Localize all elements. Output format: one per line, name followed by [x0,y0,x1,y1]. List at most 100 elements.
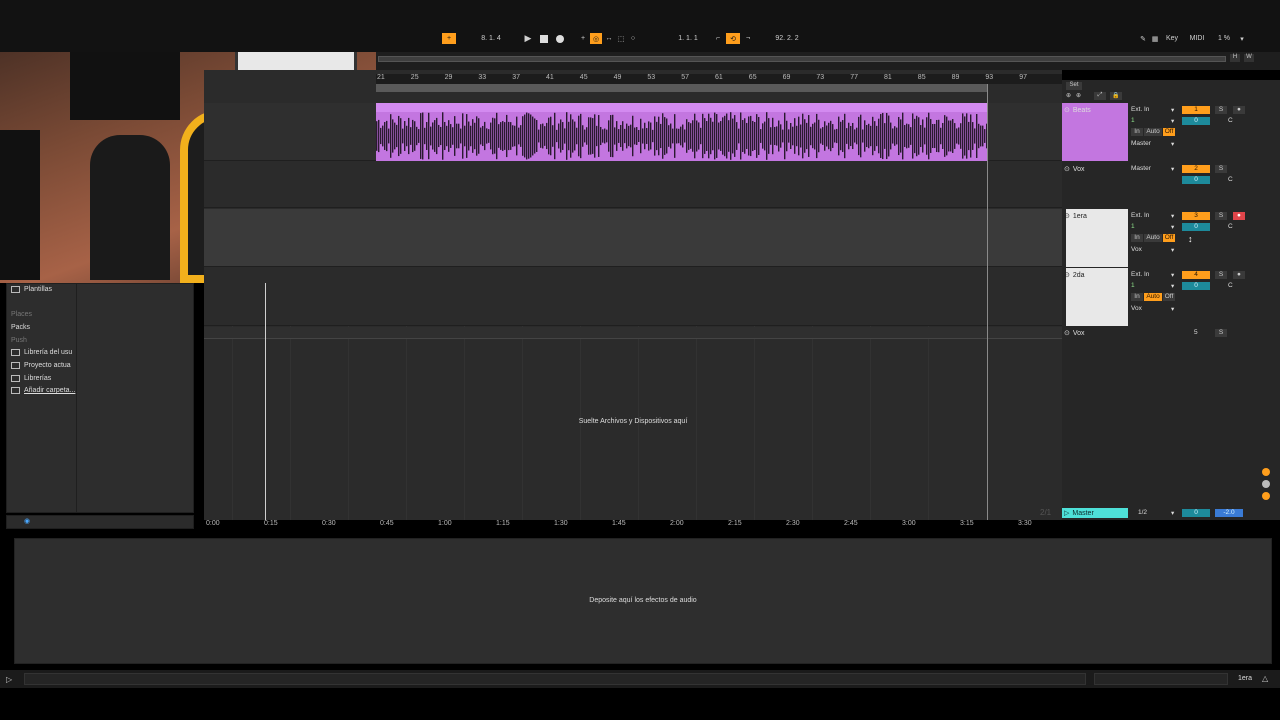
io-toggle-icon[interactable] [1262,468,1270,476]
solo-button[interactable]: S [1215,165,1227,173]
automation-arm-icon[interactable]: ◎ [590,33,602,44]
track-name-beats[interactable]: ⊙ Beats [1064,106,1091,115]
browser-item-plantillas[interactable]: Plantillas [11,286,52,293]
track-lane-vox-return[interactable] [204,327,1062,339]
overdub-icon[interactable]: + [578,33,588,44]
browser-item-proyecto[interactable]: Proyecto actua [11,362,71,369]
set-button[interactable]: Set [1066,82,1082,90]
monitor-in-button[interactable]: In [1131,128,1143,136]
output-select[interactable]: Vox [1131,305,1142,312]
master-volume[interactable]: -2.0 [1215,509,1243,517]
input-channel-select[interactable]: 1 [1131,117,1135,124]
loop-brace[interactable] [376,84,988,92]
arm-button[interactable]: ● [1233,106,1245,114]
pan-value[interactable]: C [1228,223,1233,230]
monitor-auto-button[interactable]: Auto [1144,293,1162,301]
automation-icon[interactable]: ⤢ [1094,92,1106,100]
record-icon[interactable] [555,33,565,44]
track-name-vox[interactable]: ⊙ Vox [1064,165,1085,174]
track-lane-2da[interactable] [204,268,1062,326]
input-channel-select[interactable]: 1 [1131,282,1135,289]
input-type-select[interactable]: Ext. In [1131,106,1149,113]
fold-icon[interactable]: ⊙ [1064,271,1070,279]
cpu-menu-icon[interactable]: ▾ [1238,33,1246,44]
preview-icon[interactable]: ◉ [24,517,34,525]
session-record-icon[interactable]: ○ [628,33,638,44]
monitor-auto-button[interactable]: Auto [1144,234,1162,242]
keyboard-icon[interactable]: ▦ [1150,33,1160,44]
fold-icon[interactable]: ⊙ [1064,165,1070,173]
fold-icon[interactable]: ⊙ [1064,212,1070,220]
chevron-down-icon[interactable]: ▾ [1171,223,1174,231]
position-display[interactable]: 8. 1. 4 [466,33,516,44]
loop-length-display[interactable]: 92. 2. 2 [762,33,812,44]
browser-item-push[interactable]: Push [11,337,27,344]
track-number[interactable]: 5 [1194,329,1198,336]
send-value[interactable]: 0 [1182,223,1210,231]
lock-icon[interactable]: 🔒 [1110,92,1122,100]
monitor-off-button[interactable]: Off [1163,234,1175,242]
midi-map-button[interactable]: MIDI [1186,33,1208,44]
pan-value[interactable]: C [1228,176,1233,183]
capture-icon[interactable]: ⬚ [616,33,626,44]
follow-button[interactable]: + [442,33,456,44]
input-type-select[interactable]: Ext. In [1131,212,1149,219]
browser-item-add-folder[interactable]: Añadir carpeta... [11,387,75,394]
back-to-arrangement-icon[interactable]: ↔ [604,33,614,44]
chevron-down-icon[interactable]: ▾ [1171,165,1174,173]
sends-toggle-icon[interactable] [1262,480,1270,488]
add-icon[interactable]: ⊕ [1066,92,1074,100]
triangle-icon[interactable]: △ [1262,674,1268,683]
chevron-down-icon[interactable]: ▾ [1171,246,1174,254]
pan-value[interactable]: C [1228,117,1233,124]
loop-toggle-icon[interactable]: ⟲ [726,33,740,44]
arm-button[interactable]: ● [1233,212,1245,220]
browser-item-libreria[interactable]: Librería del usu [11,349,72,356]
fold-icon[interactable]: ⊙ [1064,106,1070,114]
punch-in-icon[interactable]: ⌐ [712,33,724,44]
output-select[interactable]: Vox [1131,246,1142,253]
input-type-select[interactable]: Ext. In [1131,271,1149,278]
chevron-down-icon[interactable]: ▾ [1171,271,1174,279]
key-map-button[interactable]: Key [1162,33,1182,44]
chevron-down-icon[interactable]: ▾ [1171,509,1174,517]
chevron-down-icon[interactable]: ▾ [1171,106,1174,114]
track-name-2da[interactable]: ⊙ 2da [1064,271,1085,280]
send-value[interactable]: 0 [1182,282,1210,290]
loop-start-display[interactable]: 1. 1. 1 [664,33,712,44]
w-toggle-icon[interactable]: W [1244,54,1254,62]
chevron-down-icon[interactable]: ▾ [1171,305,1174,313]
track-name-master[interactable]: ▷ Master [1064,509,1094,518]
monitor-off-button[interactable]: Off [1163,128,1175,136]
stop-icon[interactable] [539,33,549,44]
send-value[interactable]: 0 [1182,117,1210,125]
browser-item-packs[interactable]: Packs [11,324,30,331]
punch-out-icon[interactable]: ¬ [742,33,754,44]
chevron-down-icon[interactable]: ▾ [1171,140,1174,148]
monitor-in-button[interactable]: In [1131,293,1143,301]
clip-header[interactable] [376,103,988,112]
chevron-down-icon[interactable]: ▾ [1171,282,1174,290]
draw-mode-icon[interactable]: ✎ [1138,33,1148,44]
chevron-down-icon[interactable]: ▾ [1171,212,1174,220]
track-activator[interactable]: 3 [1182,212,1210,220]
track-activator[interactable]: 4 [1182,271,1210,279]
solo-button[interactable]: S [1215,106,1227,114]
add-icon-2[interactable]: ⊕ [1076,92,1084,100]
monitor-off-button[interactable]: Off [1163,293,1175,301]
output-select[interactable]: Master [1131,165,1151,172]
track-lane-vox-group[interactable] [204,162,1062,208]
input-channel-select[interactable]: 1 [1131,223,1135,230]
monitor-auto-button[interactable]: Auto [1144,128,1162,136]
play-icon[interactable]: ▷ [6,675,12,684]
returns-toggle-icon[interactable] [1262,492,1270,500]
output-select[interactable]: 1/2 [1138,509,1147,516]
browser-item-librerias[interactable]: Librerías [11,375,51,382]
pan-value[interactable]: C [1228,282,1233,289]
playhead[interactable] [265,283,266,520]
play-icon[interactable]: ▷ [1064,509,1069,517]
play-icon[interactable]: ▶ [523,33,533,44]
track-name-1era[interactable]: ⊙ 1era [1064,212,1087,221]
send-value[interactable]: 0 [1182,509,1210,517]
arm-button[interactable]: ● [1233,271,1245,279]
